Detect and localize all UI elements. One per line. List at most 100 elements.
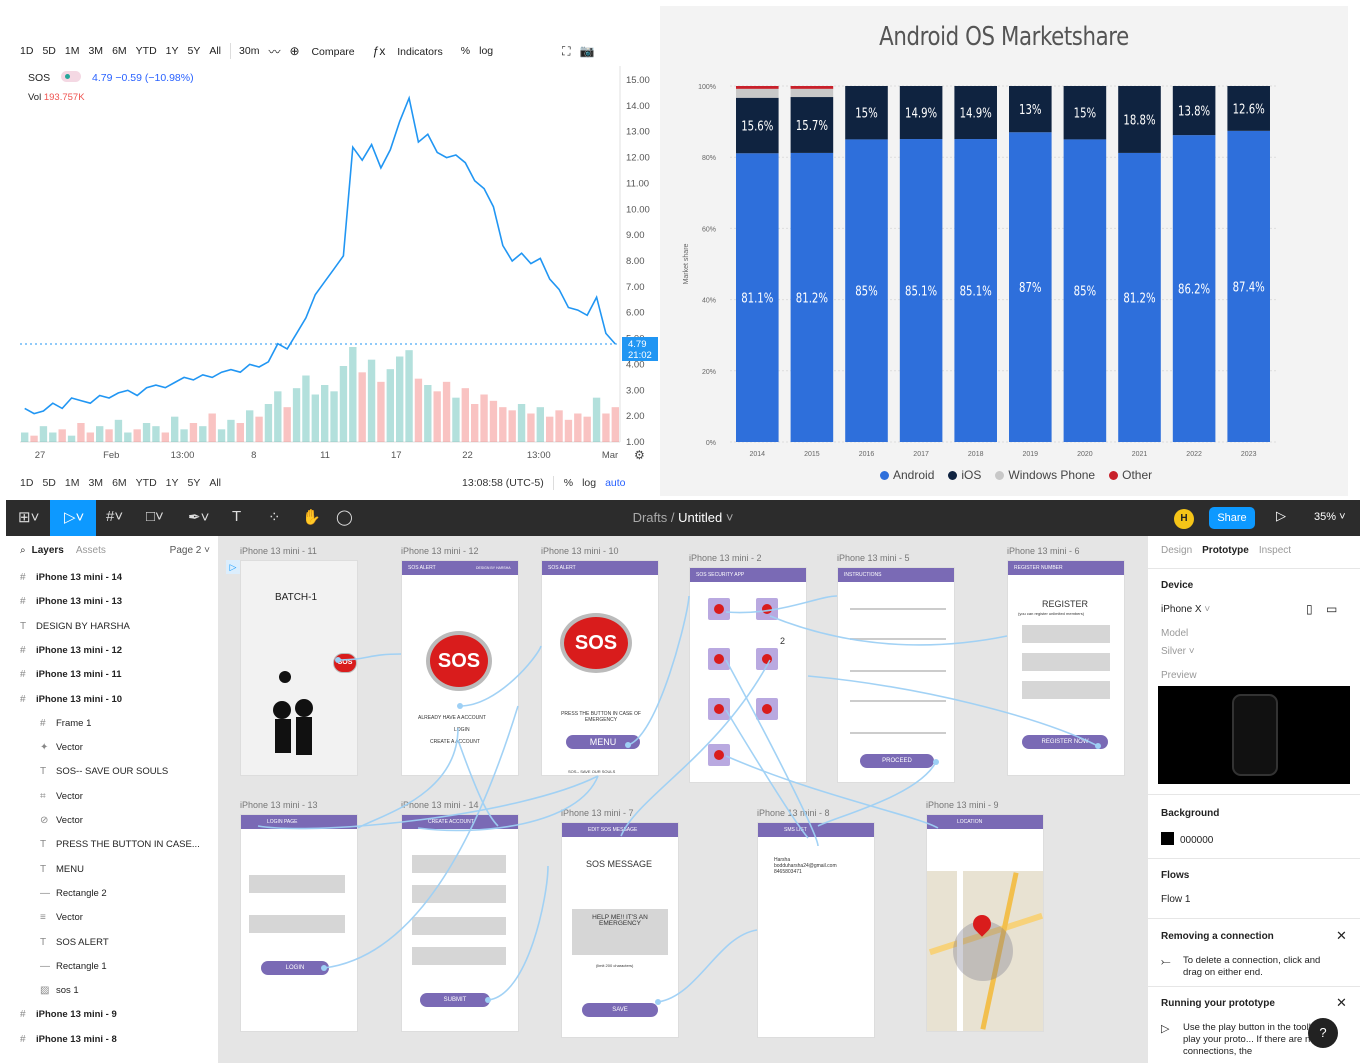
color-swatch[interactable] — [1161, 832, 1174, 845]
layer-row[interactable]: T SOS-- SAVE OUR SOULS — [40, 762, 168, 782]
instruction-tile[interactable] — [708, 598, 730, 620]
interval-select[interactable]: 30m — [239, 45, 259, 57]
background-value-row[interactable]: 000000 — [1161, 832, 1213, 846]
layer-row[interactable]: T MENU — [40, 860, 84, 880]
screen-splash[interactable]: BATCH-1 SOS — [240, 560, 358, 776]
screen-register-number[interactable]: REGISTER NUMBER REGISTER (you can regist… — [1007, 560, 1125, 776]
layer-row[interactable]: ▨ sos 1 — [40, 981, 79, 1001]
screen-location[interactable]: LOCATION — [926, 814, 1044, 1032]
screen-login[interactable]: LOGIN PAGE LOGIN — [240, 814, 358, 1032]
layer-row[interactable]: # iPhone 13 mini - 11 — [20, 665, 122, 685]
menu-button[interactable]: MENU — [566, 735, 640, 749]
sos-button[interactable]: SOS — [560, 613, 632, 673]
layer-row[interactable]: # iPhone 13 mini - 9 — [20, 1005, 117, 1025]
landscape-icon[interactable]: ▭ — [1326, 602, 1337, 616]
design-canvas[interactable]: iPhone 13 mini - 11 iPhone 13 mini - 12 … — [218, 536, 1148, 1063]
btf-1y[interactable]: 1Y — [166, 477, 179, 489]
tf-ytd[interactable]: YTD — [136, 45, 157, 57]
layer-row[interactable]: ✦ Vector — [40, 738, 83, 758]
create-account-link[interactable]: CREATE A ACCOUNT — [430, 739, 480, 745]
file-name[interactable]: Untitled — [678, 510, 722, 525]
btf-1m[interactable]: 1M — [65, 477, 80, 489]
btf-6m[interactable]: 6M — [112, 477, 127, 489]
screen-security-menu[interactable]: SOS SECURITY APP 2 — [689, 567, 807, 783]
login-button[interactable]: LOGIN — [261, 961, 329, 975]
drafts-link[interactable]: Drafts — [633, 510, 668, 525]
frame-label[interactable]: iPhone 13 mini - 11 — [240, 546, 317, 556]
password-field[interactable] — [412, 885, 506, 903]
tf-1y[interactable]: 1Y — [166, 45, 179, 57]
legend-item[interactable]: Other — [1109, 468, 1152, 482]
layer-row[interactable]: T DESIGN BY HARSHA — [20, 617, 130, 637]
compare-button[interactable]: ⊕ Compare — [289, 44, 363, 58]
tab-layers[interactable]: Layers — [32, 545, 64, 556]
layer-row[interactable]: ≡ Vector — [40, 908, 83, 928]
frame-label[interactable]: iPhone 13 mini - 8 — [757, 808, 830, 818]
layer-row[interactable]: T PRESS THE BUTTON IN CASE... — [40, 835, 200, 855]
save-button[interactable]: SAVE — [582, 1003, 658, 1017]
mobile-field[interactable] — [412, 947, 506, 965]
percent-toggle[interactable]: % — [461, 45, 470, 57]
screen-instructions[interactable]: INSTRUCTIONS PROCEED — [837, 567, 955, 783]
sos-mini-button[interactable]: SOS — [333, 653, 357, 673]
register-now-button[interactable]: REGISTER NOW — [1022, 735, 1108, 749]
frame-label[interactable]: iPhone 13 mini - 6 — [1007, 546, 1080, 556]
frame-label[interactable]: iPhone 13 mini - 14 — [401, 800, 479, 810]
layer-row[interactable]: # iPhone 13 mini - 8 — [20, 1030, 117, 1050]
search-icon[interactable]: ⌕ — [20, 545, 26, 556]
btf-all[interactable]: All — [209, 477, 221, 489]
tf-5y[interactable]: 5Y — [188, 45, 201, 57]
btf-1d[interactable]: 1D — [20, 477, 33, 489]
chevron-down-icon[interactable]: ˅ — [726, 510, 734, 525]
btf-5y[interactable]: 5Y — [188, 477, 201, 489]
name-field[interactable] — [1022, 625, 1110, 643]
edit-message-tile[interactable] — [756, 648, 778, 670]
layer-row[interactable]: # iPhone 13 mini - 14 — [20, 568, 122, 588]
share-tile[interactable] — [756, 698, 778, 720]
tab-assets[interactable]: Assets — [76, 545, 106, 556]
tf-all[interactable]: All — [209, 45, 221, 57]
confirm-password-field[interactable] — [412, 917, 506, 935]
screen-sos-alert[interactable]: SOS ALERT DESIGN BY HARSHA SOS ALREADY H… — [401, 560, 519, 776]
tab-inspect[interactable]: Inspect — [1259, 545, 1291, 556]
layer-row[interactable]: — Rectangle 1 — [40, 957, 107, 977]
tf-1d[interactable]: 1D — [20, 45, 33, 57]
screen-sos-main[interactable]: SOS ALERT SOS PRESS THE BUTTON IN CASE O… — [541, 560, 659, 776]
screen-create-account[interactable]: CREATE ACCOUNT SUBMIT — [401, 814, 519, 1032]
tf-1m[interactable]: 1M — [65, 45, 80, 57]
layer-row[interactable]: — Rectangle 2 — [40, 884, 107, 904]
fullscreen-icon[interactable]: ⛶ — [562, 44, 570, 59]
settings-gear-icon[interactable]: ⚙ — [634, 448, 645, 462]
layer-row[interactable]: # iPhone 13 mini - 10 — [20, 690, 122, 710]
log-toggle[interactable]: log — [479, 45, 493, 57]
frame-label[interactable]: iPhone 13 mini - 12 — [401, 546, 479, 556]
frame-label[interactable]: iPhone 13 mini - 13 — [240, 800, 318, 810]
layer-row[interactable]: # Frame 1 — [40, 714, 91, 734]
layer-row[interactable]: ⌗ Vector — [40, 787, 83, 807]
portrait-icon[interactable]: ▯ — [1306, 602, 1313, 616]
zoom-select[interactable]: 35% ˅ — [1314, 511, 1346, 523]
page-select[interactable]: Page 2 ˅ — [170, 545, 210, 556]
layer-row[interactable]: T SOS ALERT — [40, 933, 109, 953]
tf-3m[interactable]: 3M — [88, 45, 103, 57]
frame-label[interactable]: iPhone 13 mini - 2 — [689, 553, 762, 563]
layer-row[interactable]: # iPhone 13 mini - 12 — [20, 641, 122, 661]
frame-label[interactable]: iPhone 13 mini - 5 — [837, 553, 910, 563]
device-select[interactable]: iPhone X ˅ — [1161, 604, 1210, 615]
line-style-icon[interactable]: 〰 — [268, 43, 280, 60]
password-field[interactable] — [249, 915, 345, 933]
btf-ytd[interactable]: YTD — [136, 477, 157, 489]
tf-6m[interactable]: 6M — [112, 45, 127, 57]
tf-5d[interactable]: 5D — [42, 45, 55, 57]
location-tile[interactable] — [708, 744, 730, 766]
sms-list-tile[interactable] — [708, 698, 730, 720]
percent-scale-toggle[interactable]: % — [564, 477, 573, 489]
sos-button[interactable]: SOS — [426, 631, 492, 691]
share-button[interactable]: Share — [1209, 507, 1255, 529]
tab-design[interactable]: Design — [1161, 545, 1192, 556]
btf-5d[interactable]: 5D — [42, 477, 55, 489]
submit-button[interactable]: SUBMIT — [420, 993, 490, 1007]
layer-row[interactable]: # iPhone 13 mini - 13 — [20, 592, 122, 612]
phone-field[interactable] — [1022, 681, 1110, 699]
play-icon[interactable]: ▷ — [1276, 508, 1286, 524]
